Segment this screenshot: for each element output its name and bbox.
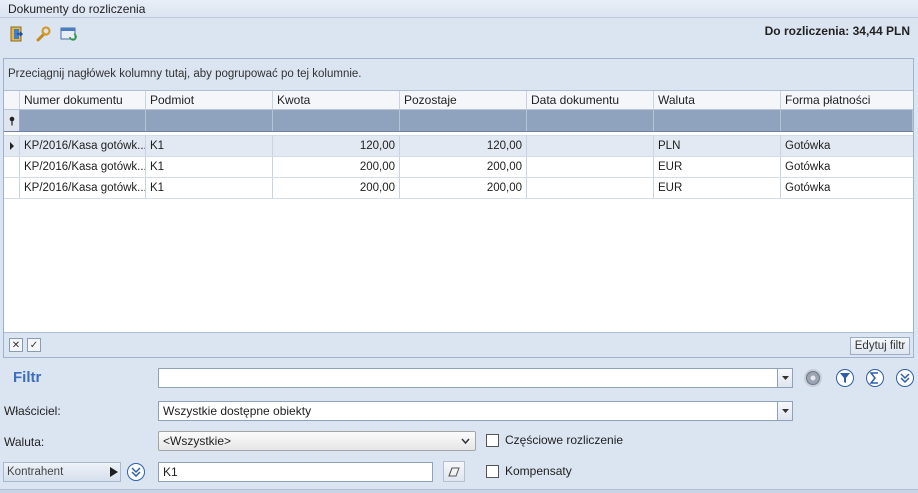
cell-numer[interactable]: KP/2016/Kasa gotówk...: [20, 157, 146, 177]
contractor-field[interactable]: K1: [158, 462, 433, 482]
edit-filter-button[interactable]: Edytuj filtr: [850, 337, 910, 355]
cell-forma[interactable]: Gotówka: [781, 157, 913, 177]
cell-numer[interactable]: KP/2016/Kasa gotówk...: [20, 136, 146, 156]
bottom-border: [0, 489, 918, 493]
column-header-kwota[interactable]: Kwota: [273, 91, 400, 109]
column-header-waluta[interactable]: Waluta: [654, 91, 781, 109]
cell-podmiot[interactable]: K1: [146, 136, 273, 156]
currency-select[interactable]: <Wszystkie>: [158, 431, 476, 451]
chevron-down-icon: [781, 409, 789, 413]
currency-label: Waluta:: [4, 435, 45, 449]
play-arrow-icon: [110, 467, 118, 477]
toolbar: [8, 25, 78, 45]
filter-pin-icon: [4, 110, 20, 131]
owner-field[interactable]: Wszystkie dostępne obiekty: [158, 401, 779, 421]
filter-label: Filtr: [13, 369, 42, 386]
currency-select-value: <Wszystkie>: [163, 434, 232, 448]
column-header-podmiot[interactable]: Podmiot: [146, 91, 273, 109]
contractor-button[interactable]: Kontrahent: [3, 462, 121, 482]
cell-kwota[interactable]: 120,00: [273, 136, 400, 156]
cell-waluta[interactable]: PLN: [654, 136, 781, 156]
expand-double-chevron-icon[interactable]: [896, 369, 914, 387]
cell-podmiot[interactable]: K1: [146, 157, 273, 177]
window-title: Dokumenty do rozliczenia: [0, 0, 918, 18]
filter-cell-waluta[interactable]: [654, 110, 781, 131]
compensation-label: Kompensaty: [505, 464, 572, 478]
table-row[interactable]: KP/2016/Kasa gotówk... K1 200,00 200,00 …: [4, 157, 913, 178]
filter-cell-pozostaje[interactable]: [400, 110, 527, 131]
table-row[interactable]: KP/2016/Kasa gotówk... K1 120,00 120,00 …: [4, 136, 913, 157]
grid-footer: ✕ ✓ Edytuj filtr: [4, 332, 913, 357]
cell-data[interactable]: [527, 178, 654, 198]
filter-cell-data[interactable]: [527, 110, 654, 131]
cell-forma[interactable]: Gotówka: [781, 136, 913, 156]
cell-waluta[interactable]: EUR: [654, 178, 781, 198]
column-header-pozostaje[interactable]: Pozostaje: [400, 91, 527, 109]
table-row[interactable]: KP/2016/Kasa gotówk... K1 200,00 200,00 …: [4, 178, 913, 199]
cell-waluta[interactable]: EUR: [654, 157, 781, 177]
total-to-settle: Do rozliczenia: 34,44 PLN: [764, 24, 910, 38]
partial-settlement-checkbox[interactable]: [486, 434, 499, 447]
filter-cell-numer[interactable]: [20, 110, 146, 131]
cell-data[interactable]: [527, 157, 654, 177]
column-header-numer[interactable]: Numer dokumentu: [20, 91, 146, 109]
export-icon[interactable]: [8, 25, 26, 43]
row-selector[interactable]: [4, 178, 20, 198]
cell-pozostaje[interactable]: 200,00: [400, 157, 527, 177]
documents-grid: Przeciągnij nagłówek kolumny tutaj, aby …: [3, 58, 914, 358]
row-selector[interactable]: [4, 157, 20, 177]
wrench-icon[interactable]: [34, 25, 52, 43]
cell-podmiot[interactable]: K1: [146, 178, 273, 198]
cell-forma[interactable]: Gotówka: [781, 178, 913, 198]
cell-pozostaje[interactable]: 200,00: [400, 178, 527, 198]
cell-pozostaje[interactable]: 120,00: [400, 136, 527, 156]
filter-cell-forma[interactable]: [781, 110, 913, 131]
auto-filter-row: [4, 110, 913, 132]
filter-cell-kwota[interactable]: [273, 110, 400, 131]
grid-header: Numer dokumentu Podmiot Kwota Pozostaje …: [4, 91, 913, 110]
enable-filter-checkbox[interactable]: ✓: [27, 338, 41, 352]
cell-kwota[interactable]: 200,00: [273, 178, 400, 198]
cell-data[interactable]: [527, 136, 654, 156]
gear-icon[interactable]: [804, 369, 822, 387]
header-corner: [4, 91, 20, 109]
compensation-checkbox[interactable]: [486, 465, 499, 478]
chevron-down-icon: [781, 376, 789, 380]
funnel-filter-icon[interactable]: [836, 369, 854, 387]
filter-cell-podmiot[interactable]: [146, 110, 273, 131]
partial-settlement-label: Częściowe rozliczenie: [505, 433, 624, 447]
sum-icon[interactable]: [866, 369, 884, 387]
cell-numer[interactable]: KP/2016/Kasa gotówk...: [20, 178, 146, 198]
filter-input[interactable]: [158, 368, 779, 388]
filter-dropdown-button[interactable]: [777, 368, 793, 388]
contractor-button-label: Kontrahent: [7, 466, 64, 478]
chevron-down-icon: [461, 438, 470, 444]
refresh-list-icon[interactable]: [60, 25, 78, 43]
clear-filter-icon[interactable]: ✕: [9, 338, 23, 352]
group-panel[interactable]: Przeciągnij nagłówek kolumny tutaj, aby …: [4, 59, 913, 91]
contractor-expand-icon[interactable]: [127, 463, 145, 481]
eraser-icon[interactable]: [443, 461, 465, 482]
cell-kwota[interactable]: 200,00: [273, 157, 400, 177]
column-header-data[interactable]: Data dokumentu: [527, 91, 654, 109]
column-header-forma[interactable]: Forma płatności: [781, 91, 913, 109]
current-row-indicator-icon: [4, 136, 20, 156]
owner-label: Właściciel:: [4, 404, 61, 418]
owner-dropdown-button[interactable]: [777, 401, 793, 421]
